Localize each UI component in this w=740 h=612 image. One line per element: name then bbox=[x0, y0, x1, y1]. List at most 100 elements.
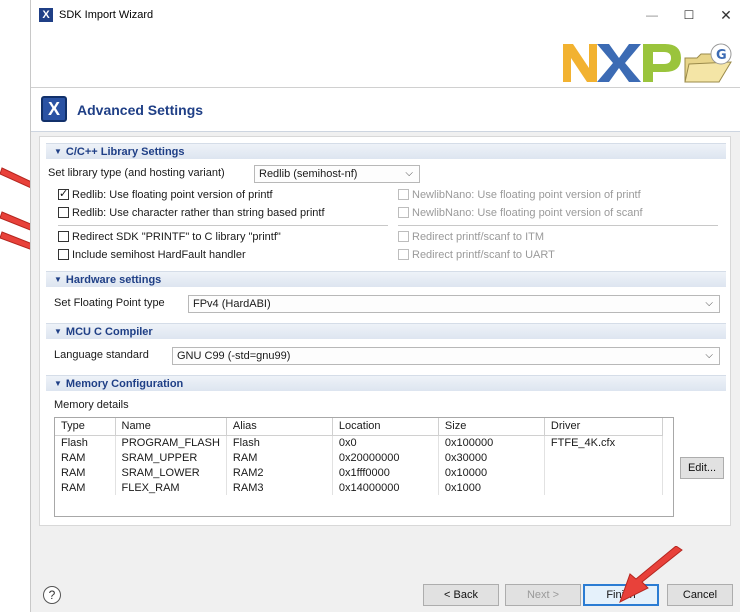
checkbox-disabled[interactable] bbox=[398, 249, 409, 260]
language-standard-value: GNU C99 (-std=gnu99) bbox=[177, 350, 291, 362]
hardware-section: ▼ Hardware settings bbox=[46, 271, 726, 287]
table-cell[interactable]: FLEX_RAM bbox=[115, 480, 227, 495]
table-cell[interactable] bbox=[544, 465, 663, 480]
table-cell[interactable]: 0x10000 bbox=[438, 465, 545, 480]
table-cell[interactable]: SRAM_LOWER bbox=[115, 465, 227, 480]
fp-type-value: FPv4 (HardABI) bbox=[193, 298, 271, 310]
svg-text:G: G bbox=[716, 48, 727, 63]
table-cell[interactable] bbox=[544, 450, 663, 465]
checkbox-unchecked[interactable] bbox=[58, 249, 69, 260]
table-header-row: Type Name Alias Location Size Driver bbox=[55, 418, 663, 436]
checkbox-disabled[interactable] bbox=[398, 189, 409, 200]
table-row[interactable]: RAM SRAM_UPPER RAM 0x20000000 0x30000 bbox=[55, 450, 663, 465]
sdk-import-wizard-window: X SDK Import Wizard — ☐ ✕ G X Advanced S… bbox=[30, 0, 740, 612]
chevron-down-icon: ⌵ bbox=[705, 350, 713, 361]
minimize-button[interactable]: — bbox=[634, 4, 670, 26]
divider bbox=[398, 225, 718, 226]
back-button[interactable]: < Back bbox=[423, 584, 499, 606]
collapse-triangle-icon: ▼ bbox=[54, 147, 62, 156]
title-bar: X SDK Import Wizard — ☐ ✕ bbox=[31, 0, 740, 30]
column-header[interactable]: Driver bbox=[544, 418, 663, 436]
redirect-sdk-printf-label: Redirect SDK "PRINTF" to C library "prin… bbox=[72, 231, 281, 243]
redirect-uart-checkbox[interactable]: Redirect printf/scanf to UART bbox=[398, 249, 555, 261]
newlibnano-float-scanf-checkbox[interactable]: NewlibNano: Use floating point version o… bbox=[398, 207, 643, 219]
chevron-down-icon: ⌵ bbox=[405, 168, 413, 179]
language-standard-label: Language standard bbox=[54, 349, 149, 361]
table-cell[interactable]: FTFE_4K.cfx bbox=[544, 435, 663, 450]
memory-table: Type Name Alias Location Size Driver Fla… bbox=[55, 418, 663, 495]
compiler-section: ▼ MCU C Compiler bbox=[46, 323, 726, 339]
newlibnano-float-printf-checkbox[interactable]: NewlibNano: Use floating point version o… bbox=[398, 189, 641, 201]
compiler-header-label: MCU C Compiler bbox=[65, 326, 153, 338]
column-header[interactable]: Name bbox=[115, 418, 227, 436]
table-cell[interactable]: RAM bbox=[55, 465, 116, 480]
redirect-uart-label: Redirect printf/scanf to UART bbox=[412, 249, 555, 261]
library-type-label: Set library type (and hosting variant) bbox=[48, 167, 225, 179]
hardware-section-header[interactable]: ▼ Hardware settings bbox=[46, 271, 726, 287]
column-header[interactable]: Location bbox=[332, 418, 439, 436]
table-cell[interactable]: SRAM_UPPER bbox=[115, 450, 227, 465]
fp-type-select[interactable]: FPv4 (HardABI) ⌵ bbox=[188, 295, 720, 313]
column-header[interactable]: Type bbox=[55, 418, 116, 436]
memory-table-container[interactable]: Type Name Alias Location Size Driver Fla… bbox=[54, 417, 674, 517]
table-cell[interactable]: RAM2 bbox=[226, 465, 333, 480]
table-row[interactable]: RAM SRAM_LOWER RAM2 0x1fff0000 0x10000 bbox=[55, 465, 663, 480]
language-standard-select[interactable]: GNU C99 (-std=gnu99) ⌵ bbox=[172, 347, 720, 365]
table-cell[interactable]: RAM3 bbox=[226, 480, 333, 495]
semihost-hardfault-checkbox[interactable]: Include semihost HardFault handler bbox=[58, 249, 246, 261]
table-cell[interactable]: 0x100000 bbox=[438, 435, 545, 450]
redirect-sdk-printf-checkbox[interactable]: Redirect SDK "PRINTF" to C library "prin… bbox=[58, 231, 281, 243]
redirect-itm-checkbox[interactable]: Redirect printf/scanf to ITM bbox=[398, 231, 544, 243]
clib-header-label: C/C++ Library Settings bbox=[65, 146, 185, 158]
checkbox-unchecked[interactable] bbox=[58, 207, 69, 218]
compiler-section-header[interactable]: ▼ MCU C Compiler bbox=[46, 323, 726, 339]
page-title: Advanced Settings bbox=[77, 102, 204, 118]
hardware-header-label: Hardware settings bbox=[65, 274, 162, 286]
redlib-char-printf-checkbox[interactable]: Redlib: Use character rather than string… bbox=[58, 207, 325, 219]
table-cell[interactable]: Flash bbox=[55, 435, 116, 450]
column-header[interactable]: Alias bbox=[226, 418, 333, 436]
chevron-down-icon: ⌵ bbox=[705, 298, 713, 309]
table-cell[interactable]: 0x1fff0000 bbox=[332, 465, 439, 480]
newlibnano-float-scanf-label: NewlibNano: Use floating point version o… bbox=[412, 207, 643, 219]
next-button[interactable]: Next > bbox=[505, 584, 581, 606]
table-row[interactable]: RAM FLEX_RAM RAM3 0x14000000 0x1000 bbox=[55, 480, 663, 495]
table-cell[interactable]: 0x0 bbox=[332, 435, 439, 450]
table-cell[interactable]: 0x14000000 bbox=[332, 480, 439, 495]
table-cell[interactable]: Flash bbox=[226, 435, 333, 450]
table-cell[interactable]: 0x20000000 bbox=[332, 450, 439, 465]
maximize-button[interactable]: ☐ bbox=[671, 4, 707, 26]
divider bbox=[58, 225, 388, 226]
checkbox-unchecked[interactable] bbox=[58, 231, 69, 242]
checkbox-disabled[interactable] bbox=[398, 207, 409, 218]
table-row[interactable]: Flash PROGRAM_FLASH Flash 0x0 0x100000 F… bbox=[55, 435, 663, 450]
semihost-hardfault-label: Include semihost HardFault handler bbox=[72, 249, 246, 261]
checkbox-disabled[interactable] bbox=[398, 231, 409, 242]
column-header[interactable]: Size bbox=[438, 418, 545, 436]
page-header: X Advanced Settings bbox=[31, 88, 740, 132]
redlib-float-printf-checkbox[interactable]: Redlib: Use floating point version of pr… bbox=[58, 187, 273, 201]
table-cell[interactable] bbox=[544, 480, 663, 495]
red-arrow-annotation-finish bbox=[619, 546, 683, 604]
newlibnano-float-printf-label: NewlibNano: Use floating point version o… bbox=[412, 189, 641, 201]
table-cell[interactable]: RAM bbox=[55, 450, 116, 465]
checkbox-checked[interactable] bbox=[58, 187, 69, 200]
redlib-float-printf-label: Redlib: Use floating point version of pr… bbox=[72, 189, 273, 201]
memory-section: ▼ Memory Configuration bbox=[46, 375, 726, 391]
table-cell[interactable]: PROGRAM_FLASH bbox=[115, 435, 227, 450]
close-button[interactable]: ✕ bbox=[708, 4, 740, 26]
table-cell[interactable]: 0x30000 bbox=[438, 450, 545, 465]
library-type-select[interactable]: Redlib (semihost-nf) ⌵ bbox=[254, 165, 420, 183]
collapse-triangle-icon: ▼ bbox=[54, 275, 62, 284]
memory-header-label: Memory Configuration bbox=[65, 378, 184, 390]
library-type-value: Redlib (semihost-nf) bbox=[259, 168, 358, 180]
help-icon[interactable]: ? bbox=[43, 586, 61, 604]
table-cell[interactable]: 0x1000 bbox=[438, 480, 545, 495]
clib-section-header[interactable]: ▼ C/C++ Library Settings bbox=[46, 143, 726, 159]
memory-section-header[interactable]: ▼ Memory Configuration bbox=[46, 375, 726, 391]
advanced-settings-icon: X bbox=[41, 96, 67, 122]
table-cell[interactable]: RAM bbox=[55, 480, 116, 495]
table-cell[interactable]: RAM bbox=[226, 450, 333, 465]
collapse-triangle-icon: ▼ bbox=[54, 379, 62, 388]
edit-memory-button[interactable]: Edit... bbox=[680, 457, 724, 479]
